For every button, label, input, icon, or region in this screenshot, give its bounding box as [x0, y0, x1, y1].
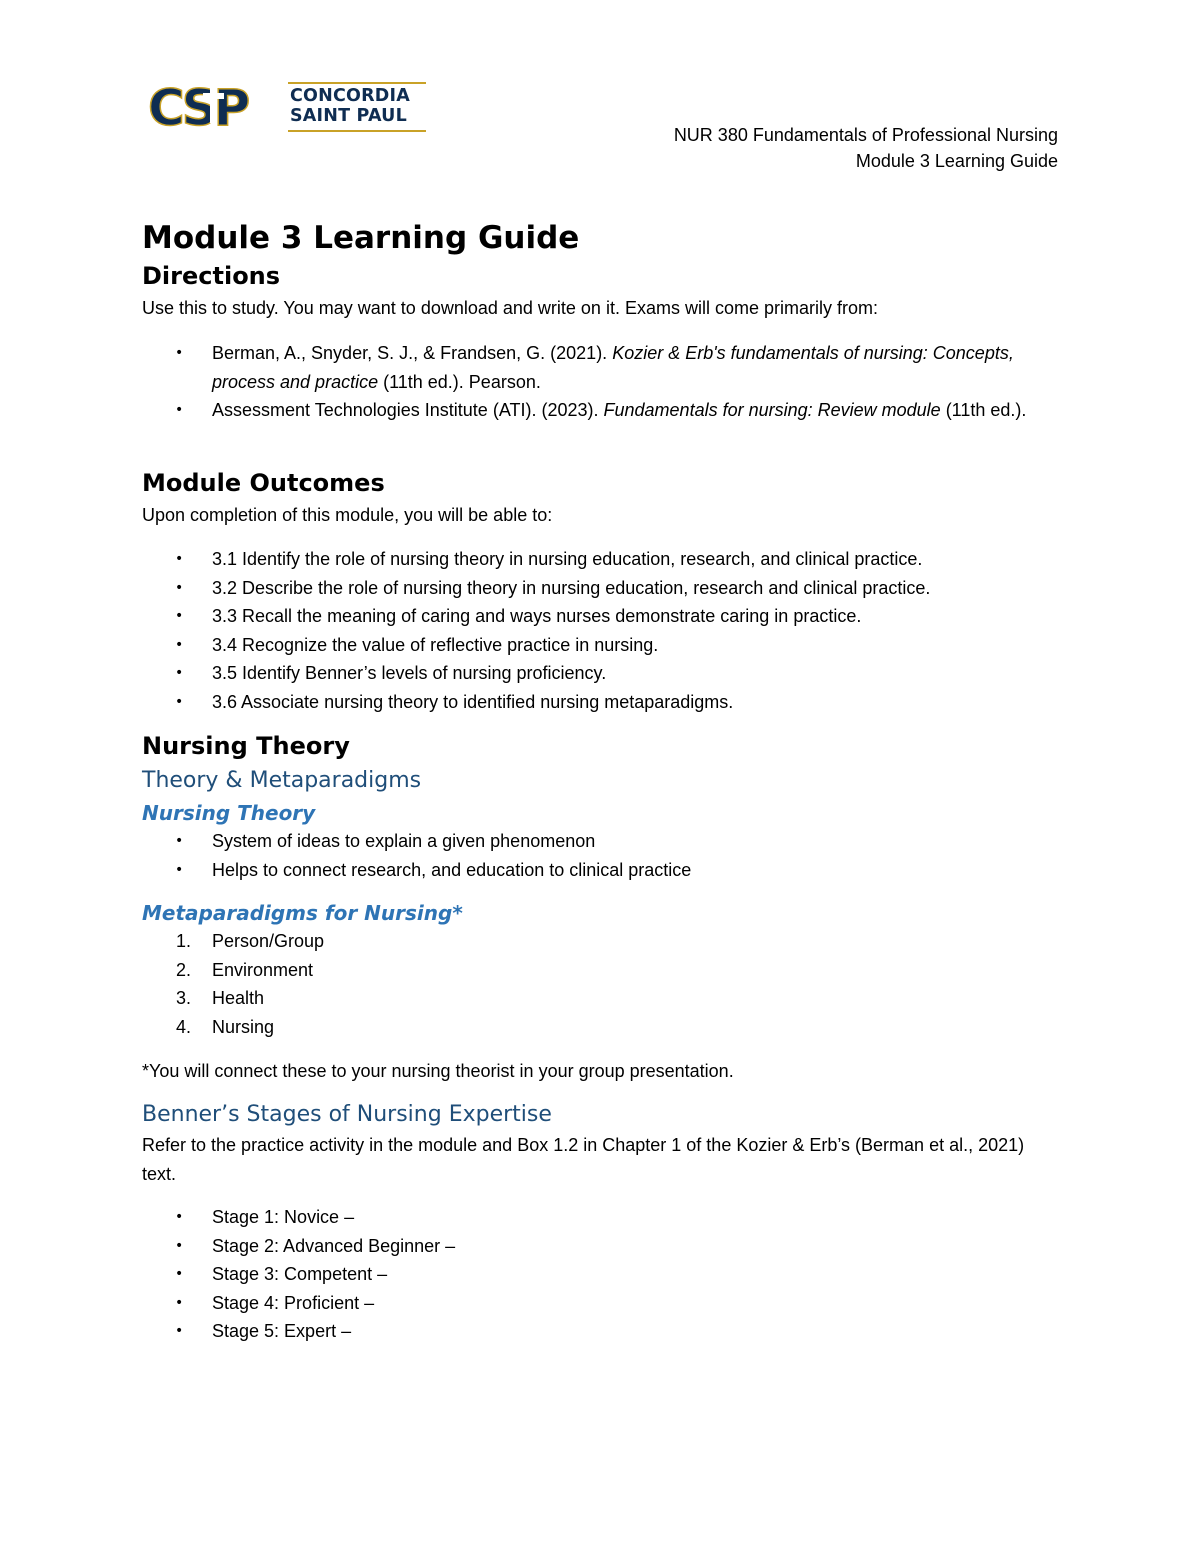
stage-item: • Stage 4: Proficient – [142, 1289, 1062, 1318]
theory-item: • System of ideas to explain a given phen… [142, 827, 1062, 856]
stage-text: Stage 1: Novice – [212, 1207, 355, 1227]
stage-item: • Stage 2: Advanced Beginner – [142, 1232, 1062, 1261]
reference-list: • Berman, A., Snyder, S. J., & Frandsen,… [142, 339, 1062, 425]
metaparadigm-number: 3. [176, 988, 192, 1008]
reference-publisher: (11th ed.). Pearson. [378, 371, 541, 392]
bullet-icon: • [175, 608, 184, 624]
theory-text: Helps to connect research, and education… [212, 859, 692, 880]
directions-intro: Use this to study. You may want to downl… [142, 298, 878, 318]
theory-metaparadigms-heading: Theory & Metaparadigms [142, 768, 422, 793]
metaparadigm-item: 4. Nursing [142, 1013, 1062, 1042]
outcome-text: 3.3 Recall the meaning of caring and way… [212, 606, 862, 626]
metaparadigm-label: Environment [212, 959, 314, 980]
bullet-icon: • [175, 693, 184, 710]
metaparadigm-label: Person/Group [212, 931, 325, 951]
theory-item: • Helps to connect research, and educatio… [142, 856, 1062, 885]
outcome-item: • 3.6 Associate nursing theory to identif… [142, 688, 1062, 717]
bullet-icon: • [175, 1294, 184, 1311]
metaparadigm-label: Health [212, 988, 265, 1008]
csp-logo: CSP CONCORDIA SAINT PAUL [146, 78, 426, 134]
outcome-item: • 3.2 Describe the role of nursing theory… [142, 574, 1062, 603]
bullet-icon: • [175, 1266, 184, 1282]
logo-wordmark: CONCORDIA SAINT PAUL [288, 82, 426, 132]
stage-text: Stage 3: Competent – [212, 1264, 388, 1284]
stage-text: Stage 2: Advanced Beginner – [212, 1235, 456, 1256]
running-header-course: NUR 380 Fundamentals of Professional Nur… [673, 125, 1058, 145]
benner-stages-list: • Stage 1: Novice – • Stage 2: Advanced Be… [142, 1203, 1062, 1346]
bullet-icon: • [175, 833, 184, 849]
document-page: CSP CONCORDIA SAINT PAUL NUR 380 Fundame… [0, 0, 1200, 1553]
bullet-icon: • [175, 636, 184, 653]
bullet-icon: • [175, 1209, 184, 1225]
running-header-doc: Module 3 Learning Guide [855, 151, 1058, 171]
metaparadigm-number: 1. [176, 931, 192, 951]
reference-publisher: (11th ed.). [940, 400, 1027, 420]
bullet-icon: • [175, 551, 184, 567]
benner-heading: Benner’s Stages of Nursing Expertise [142, 1102, 552, 1127]
bullet-icon: • [175, 1323, 184, 1339]
bullet-icon: • [175, 665, 184, 681]
outcome-text: 3.1 Identify the role of nursing theory … [212, 549, 923, 569]
metaparadigm-label: Nursing [212, 1016, 275, 1037]
running-header: NUR 380 Fundamentals of Professional Nur… [674, 122, 1058, 174]
stage-item: • Stage 5: Expert – [142, 1317, 1062, 1346]
benner-intro: Refer to the practice activity in the mo… [142, 1135, 1025, 1184]
outcomes-intro: Upon completion of this module, you will… [142, 505, 553, 525]
outcome-text: 3.4 Recognize the value of reflective pr… [212, 634, 659, 655]
metaparadigm-number: 4. [176, 1016, 192, 1037]
logo-name-line2: SAINT PAUL [290, 106, 407, 126]
outcomes-list: • 3.1 Identify the role of nursing theory… [142, 545, 1062, 716]
nursing-theory-list: • System of ideas to explain a given phen… [142, 827, 1062, 884]
stage-text: Stage 5: Expert – [212, 1321, 352, 1341]
metaparadigm-item: 1. Person/Group [142, 927, 1062, 956]
svg-text:CSP: CSP [148, 79, 249, 133]
metaparadigm-item: 2. Environment [142, 956, 1062, 985]
nursing-theory-subheading: Nursing Theory [142, 801, 316, 825]
outcome-text: 3.6 Associate nursing theory to identifi… [212, 691, 734, 712]
outcome-item: • 3.5 Identify Benner’s levels of nursing… [142, 659, 1062, 688]
outcome-item: • 3.1 Identify the role of nursing theory… [142, 545, 1062, 574]
metaparadigm-item: 3. Health [142, 984, 1062, 1013]
bullet-icon: • [175, 402, 184, 418]
stage-text: Stage 4: Proficient – [212, 1292, 375, 1313]
stage-item: • Stage 3: Competent – [142, 1260, 1062, 1289]
outcomes-heading: Module Outcomes [142, 469, 385, 497]
bullet-icon: • [175, 579, 184, 596]
outcome-item: • 3.4 Recognize the value of reflective p… [142, 631, 1062, 660]
outcome-text: 3.5 Identify Benner’s levels of nursing … [212, 663, 607, 683]
outcome-item: • 3.3 Recall the meaning of caring and wa… [142, 602, 1062, 631]
metaparadigms-footnote: *You will connect these to your nursing … [142, 1061, 734, 1081]
theory-text: System of ideas to explain a given pheno… [212, 831, 596, 851]
bullet-icon: • [175, 1237, 184, 1254]
metaparadigms-heading: Metaparadigms for Nursing* [142, 901, 463, 925]
reference-authors: Berman, A., Snyder, S. J., & Frandsen, G… [212, 343, 613, 363]
page-title: Module 3 Learning Guide [142, 220, 580, 256]
reference-item: • Assessment Technologies Institute (ATI… [142, 396, 1062, 425]
reference-item: • Berman, A., Snyder, S. J., & Frandsen,… [142, 339, 1062, 396]
bullet-icon: • [175, 345, 184, 361]
stage-item: • Stage 1: Novice – [142, 1203, 1062, 1232]
csp-monogram-icon: CSP [147, 79, 253, 133]
outcome-text: 3.2 Describe the role of nursing theory … [212, 577, 931, 598]
bullet-icon: • [175, 861, 184, 878]
metaparadigms-list: 1. Person/Group 2. Environment 3. Health 4.… [142, 927, 1062, 1041]
reference-title: Fundamentals for nursing: Review module [603, 400, 941, 420]
logo-name-line1: CONCORDIA [290, 86, 410, 106]
directions-heading: Directions [142, 262, 281, 290]
reference-authors: Assessment Technologies Institute (ATI).… [212, 400, 604, 420]
metaparadigm-number: 2. [176, 959, 192, 980]
nursing-theory-heading: Nursing Theory [142, 732, 350, 760]
